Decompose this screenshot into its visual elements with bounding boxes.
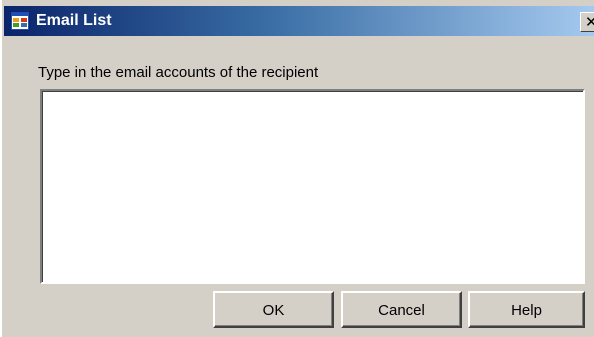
ok-button[interactable]: OK xyxy=(213,291,334,328)
window-title: Email List xyxy=(36,12,112,29)
help-button[interactable]: Help xyxy=(468,291,585,328)
close-button[interactable]: ✕ xyxy=(580,12,594,32)
title-bar[interactable]: Email List ✕ xyxy=(4,6,594,36)
close-icon: ✕ xyxy=(585,13,594,31)
instruction-label: Type in the email accounts of the recipi… xyxy=(38,64,319,81)
email-list-dialog: Email List ✕ Type in the email accounts … xyxy=(0,0,594,337)
email-accounts-input[interactable] xyxy=(40,89,585,284)
cancel-button[interactable]: Cancel xyxy=(341,291,462,328)
form-window-icon xyxy=(10,11,30,31)
